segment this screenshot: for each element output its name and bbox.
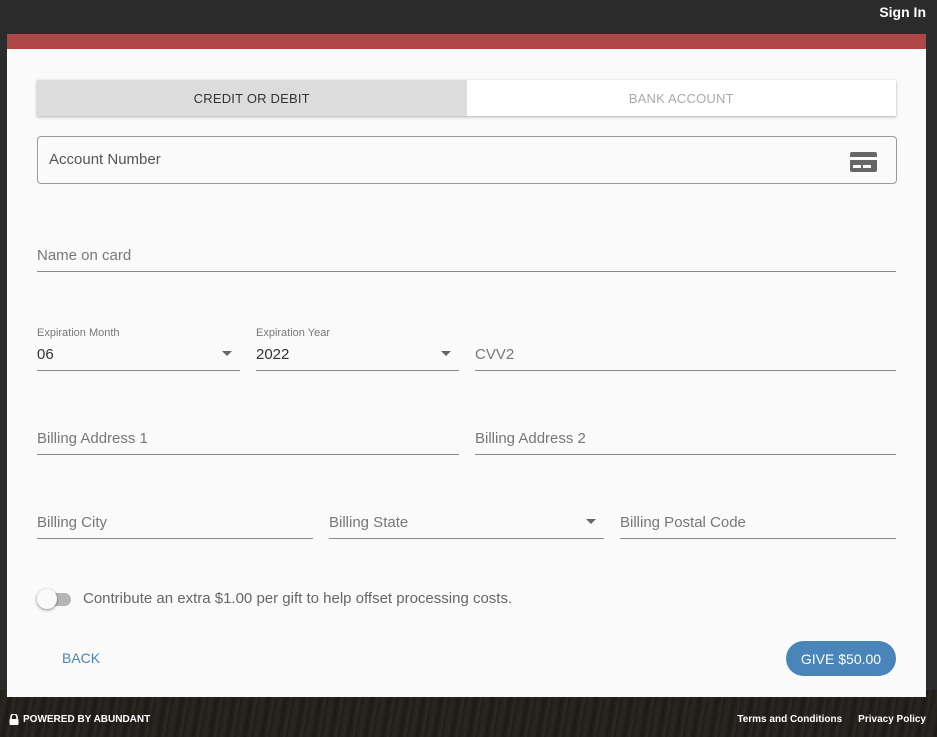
top-bar: Sign In bbox=[0, 0, 937, 34]
processing-cost-toggle[interactable] bbox=[37, 588, 74, 610]
credit-card-icon bbox=[850, 152, 877, 172]
cvv2-placeholder: CVV2 bbox=[475, 346, 515, 363]
expiration-month-select[interactable]: Expiration Month 06 bbox=[37, 327, 240, 371]
billing-postal-code-placeholder: Billing Postal Code bbox=[620, 514, 746, 531]
account-number-label: Account Number bbox=[49, 151, 161, 168]
terms-link[interactable]: Terms and Conditions bbox=[737, 714, 842, 725]
expiration-year-label: Expiration Year bbox=[256, 327, 330, 339]
processing-cost-label: Contribute an extra $1.00 per gift to he… bbox=[83, 590, 513, 607]
billing-city-field[interactable]: Billing City bbox=[37, 509, 313, 539]
name-on-card-placeholder: Name on card bbox=[37, 247, 132, 264]
billing-address-1-placeholder: Billing Address 1 bbox=[37, 430, 148, 447]
powered-by: POWERED BY ABUNDANT bbox=[9, 714, 150, 725]
sign-in-link[interactable]: Sign In bbox=[879, 4, 926, 20]
expiration-year-value: 2022 bbox=[256, 346, 290, 363]
name-on-card-field[interactable]: Name on card bbox=[37, 242, 896, 272]
expiration-month-label: Expiration Month bbox=[37, 327, 120, 339]
billing-state-placeholder: Billing State bbox=[329, 514, 409, 531]
billing-address-2-field[interactable]: Billing Address 2 bbox=[475, 425, 896, 455]
lock-icon bbox=[9, 714, 19, 725]
billing-address-2-placeholder: Billing Address 2 bbox=[475, 430, 586, 447]
give-button[interactable]: GIVE $50.00 bbox=[786, 641, 896, 676]
billing-state-select[interactable]: Billing State bbox=[329, 509, 604, 539]
chevron-down-icon bbox=[222, 351, 232, 356]
tab-credit-or-debit[interactable]: CREDIT OR DEBIT bbox=[37, 80, 467, 116]
footer-links: Terms and Conditions Privacy Policy bbox=[737, 714, 926, 725]
billing-city-placeholder: Billing City bbox=[37, 514, 108, 531]
expiration-month-value: 06 bbox=[37, 346, 54, 363]
chevron-down-icon bbox=[441, 351, 451, 356]
billing-postal-code-field[interactable]: Billing Postal Code bbox=[620, 509, 896, 539]
payment-form-card: CREDIT OR DEBIT BANK ACCOUNT Account Num… bbox=[7, 34, 926, 697]
privacy-link[interactable]: Privacy Policy bbox=[858, 714, 926, 725]
billing-address-1-field[interactable]: Billing Address 1 bbox=[37, 425, 459, 455]
expiration-year-select[interactable]: Expiration Year 2022 bbox=[256, 327, 459, 371]
cvv2-field[interactable]: CVV2 bbox=[475, 341, 896, 371]
toggle-knob bbox=[37, 589, 57, 609]
back-button[interactable]: BACK bbox=[62, 650, 100, 666]
powered-by-text: POWERED BY ABUNDANT bbox=[23, 714, 151, 725]
tab-bank-account[interactable]: BANK ACCOUNT bbox=[466, 80, 896, 116]
payment-method-tabs: CREDIT OR DEBIT BANK ACCOUNT bbox=[37, 80, 896, 116]
chevron-down-icon bbox=[586, 519, 596, 524]
account-number-field[interactable]: Account Number bbox=[37, 136, 897, 184]
